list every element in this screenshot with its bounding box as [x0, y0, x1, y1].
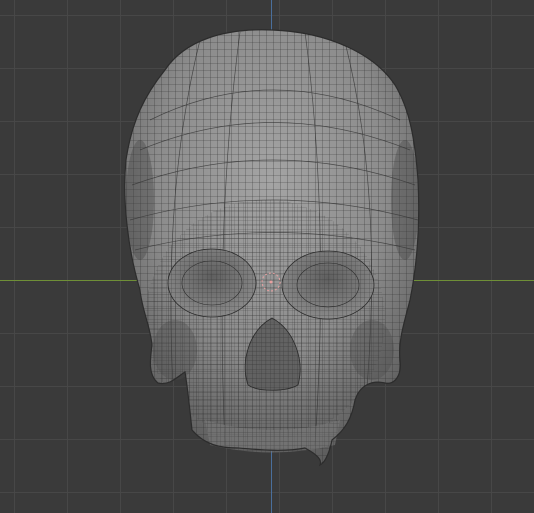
3d-viewport[interactable] [0, 0, 534, 513]
left-eye-socket [167, 248, 257, 318]
right-eye-socket [281, 250, 375, 320]
skull-mesh[interactable] [0, 0, 534, 513]
